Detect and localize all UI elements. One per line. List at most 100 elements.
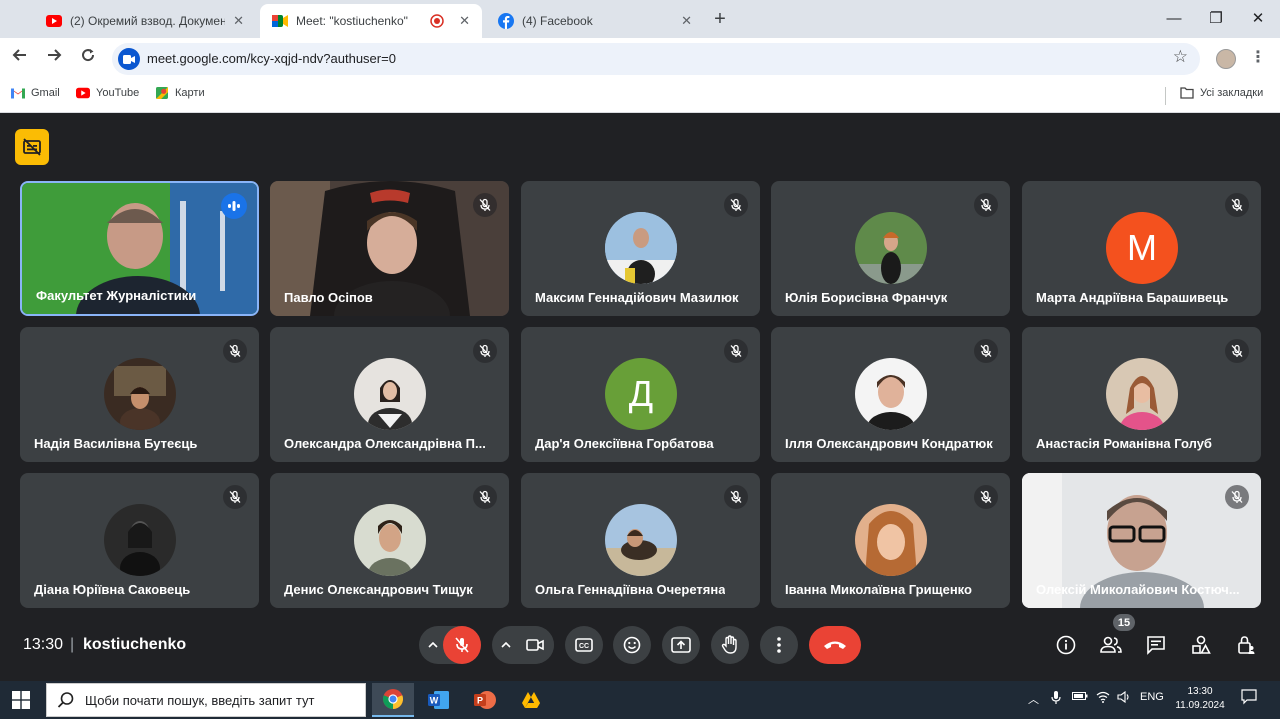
microphone-toggle-button[interactable] [443, 626, 481, 664]
taskbar-word[interactable]: W [418, 683, 460, 717]
tab-title: (2) Окремий взвод. Документал [70, 14, 226, 28]
taskbar-search-box[interactable]: Щоби почати пошук, введіть запит тут [46, 683, 366, 717]
profile-avatar[interactable] [1216, 49, 1236, 69]
participant-tile-faculty[interactable]: Факультет Журналістики [20, 181, 259, 316]
participant-tile-illia[interactable]: Ілля Олександрович Кондратюк [771, 327, 1010, 462]
tab-title: Meet: "kostiuchenko" [296, 14, 408, 28]
tab-meet[interactable]: Meet: "kostiuchenko" ✕ [260, 4, 482, 38]
bookmark-label: Карти [175, 87, 205, 99]
raise-hand-icon [721, 635, 737, 654]
close-tab-icon[interactable]: ✕ [233, 13, 244, 29]
svg-text:P: P [477, 696, 483, 706]
mic-off-icon [724, 339, 748, 363]
closed-captions-icon: CC [575, 638, 593, 652]
wifi-icon[interactable] [1096, 691, 1110, 706]
taskbar-drive[interactable] [510, 683, 552, 717]
participant-tile-oleksandra[interactable]: Олександра Олександрівна П... [270, 327, 509, 462]
tab-youtube[interactable]: (2) Окремий взвод. Документал ✕ [34, 4, 256, 38]
site-info-icon[interactable] [118, 48, 140, 70]
mic-off-icon [223, 339, 247, 363]
participant-tile-denys[interactable]: Денис Олександрович Тищук [270, 473, 509, 608]
close-tab-icon[interactable]: ✕ [459, 13, 470, 29]
address-bar[interactable]: meet.google.com/kcy-xqjd-ndv?authuser=0 … [112, 43, 1200, 75]
close-tab-icon[interactable]: ✕ [681, 13, 692, 29]
leave-call-button[interactable] [809, 626, 861, 664]
taskbar-powerpoint[interactable]: P [464, 683, 506, 717]
emoji-icon [623, 636, 641, 654]
restore-button[interactable]: ❐ [1196, 6, 1236, 32]
participant-tile-oleksii[interactable]: Олексій Миколайович Костюч... [1022, 473, 1261, 608]
participant-tile-maksym[interactable]: Максим Геннадійович Мазилюк [521, 181, 760, 316]
start-button[interactable] [12, 691, 30, 714]
bookmark-star-icon[interactable]: ☆ [1173, 47, 1188, 67]
chat-icon [1147, 636, 1165, 655]
reactions-button[interactable] [613, 626, 651, 664]
facebook-icon [498, 13, 514, 29]
shapes-icon [1192, 635, 1211, 654]
svg-text:W: W [430, 696, 439, 706]
participant-tile-yulia[interactable]: Юлія Борисівна Франчук [771, 181, 1010, 316]
video-settings-chevron-up-icon[interactable] [499, 638, 513, 652]
participant-tile-anastasiia[interactable]: Анастасія Романівна Голуб [1022, 327, 1261, 462]
lock-person-icon [1238, 636, 1255, 654]
browser-tab-strip: (2) Окремий взвод. Документал ✕ Meet: "k… [0, 0, 1280, 38]
participant-name: Денис Олександрович Тищук [284, 582, 473, 597]
audio-settings-chevron-up-icon[interactable] [426, 638, 440, 652]
speaking-indicator-icon [221, 193, 247, 219]
windows-taskbar: Щоби почати пошук, введіть запит тут W P… [0, 681, 1280, 719]
people-button[interactable] [1098, 632, 1124, 658]
reload-icon [82, 49, 95, 62]
chrome-icon [382, 689, 404, 709]
notifications-icon[interactable] [1241, 689, 1257, 708]
volume-icon[interactable] [1117, 690, 1131, 706]
meeting-details-button[interactable] [1053, 632, 1079, 658]
participant-avatar: Д [605, 358, 677, 430]
meet-main: Факультет Журналістики Павло Осіпов Макс… [0, 113, 1280, 681]
youtube-icon [46, 13, 62, 29]
taskbar-clock[interactable]: 13:30 11.09.2024 [1172, 685, 1228, 713]
all-bookmarks-button[interactable]: Усі закладки [1180, 87, 1263, 99]
more-options-button[interactable] [760, 626, 798, 664]
participant-avatar [354, 504, 426, 576]
forward-button[interactable] [42, 47, 66, 71]
participant-tile-ivanna[interactable]: Іванна Миколаївна Грищенко [771, 473, 1010, 608]
new-tab-button[interactable]: + [708, 8, 732, 32]
microphone-tray-icon[interactable] [1051, 691, 1061, 708]
participant-tile-marta[interactable]: M Марта Андріївна Барашивець [1022, 181, 1261, 316]
tab-title: (4) Facebook [522, 14, 593, 28]
bookmark-youtube[interactable]: YouTube [76, 87, 139, 99]
svg-text:CC: CC [579, 643, 589, 650]
participant-avatar [855, 358, 927, 430]
close-window-button[interactable]: ✕ [1238, 6, 1278, 32]
participant-tile-diana[interactable]: Діана Юріївна Саковець [20, 473, 259, 608]
bookmark-gmail[interactable]: Gmail [11, 87, 60, 99]
show-hidden-icons-chevron-icon[interactable]: ︿ [1028, 691, 1039, 707]
captions-button[interactable]: CC [565, 626, 603, 664]
mic-off-icon [1225, 485, 1249, 509]
participant-avatar: M [1106, 212, 1178, 284]
participant-tile-daria[interactable]: Д Дар'я Олексіївна Горбатова [521, 327, 760, 462]
tab-facebook[interactable]: (4) Facebook ✕ [486, 4, 704, 38]
present-screen-button[interactable] [662, 626, 700, 664]
browser-menu-icon[interactable]: ⋮ [1250, 47, 1266, 67]
meeting-info-badge[interactable] [15, 129, 49, 165]
participant-tile-nadiia[interactable]: Надія Василівна Бутеєць [20, 327, 259, 462]
participant-tile-olha[interactable]: Ольга Геннадіївна Очеретяна [521, 473, 760, 608]
camera-toggle-button[interactable] [516, 626, 554, 664]
activities-button[interactable] [1188, 632, 1214, 658]
back-arrow-icon [12, 49, 26, 61]
url-text[interactable]: meet.google.com/kcy-xqjd-ndv?authuser=0 [147, 51, 396, 66]
taskbar-chrome[interactable] [372, 683, 414, 717]
input-language[interactable]: ENG [1140, 691, 1164, 703]
host-controls-button[interactable] [1233, 632, 1259, 658]
participant-name: Діана Юріївна Саковець [34, 582, 191, 597]
chat-button[interactable] [1143, 632, 1169, 658]
mic-off-icon [1225, 339, 1249, 363]
battery-icon[interactable] [1072, 691, 1088, 704]
back-button[interactable] [8, 47, 32, 71]
participant-tile-pavlo[interactable]: Павло Осіпов [270, 181, 509, 316]
reload-button[interactable] [76, 47, 100, 71]
minimize-button[interactable]: — [1154, 6, 1194, 32]
raise-hand-button[interactable] [711, 626, 749, 664]
bookmark-maps[interactable]: Карти [155, 87, 205, 99]
